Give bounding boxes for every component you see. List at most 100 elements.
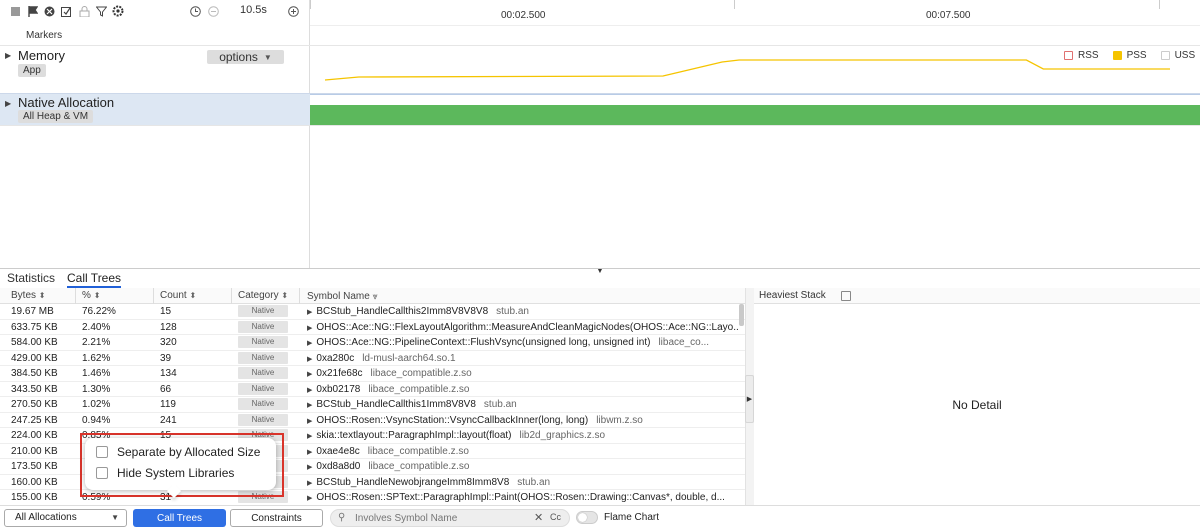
timeline-ruler[interactable]: 00:02.500 00:07.500	[310, 0, 1200, 26]
chevron-down-icon: ▼	[263, 52, 272, 62]
library-name: ld-musl-aarch64.so.1	[362, 352, 456, 364]
cell-percent: 1.30%	[82, 383, 111, 395]
stop-icon[interactable]	[9, 5, 21, 17]
table-row[interactable]: 247.25 KB 0.94% 241 Native ▶ OHOS::Rosen::Vsy…	[0, 413, 745, 428]
pss-chart[interactable]	[310, 46, 1200, 93]
expand-row-icon[interactable]: ▶	[307, 387, 312, 394]
table-row[interactable]: 270.50 KB 1.02% 119 Native ▶ BCStub_HandleCal…	[0, 397, 745, 413]
table-row[interactable]: 343.50 KB 1.30% 66 Native ▶ 0xb02178 libace_co…	[0, 382, 745, 397]
constraints-button[interactable]: Constraints	[230, 509, 323, 527]
sort-icon: ⬍	[189, 291, 197, 300]
table-scrollbar[interactable]	[739, 304, 744, 326]
symbol-name: OHOS::Rosen::SPText::ParagraphImpl::Pain…	[316, 492, 725, 503]
separate-by-size-checkbox[interactable]	[96, 446, 108, 458]
table-row[interactable]: 584.00 KB 2.21% 320 Native ▶ OHOS::Ace::NG::P…	[0, 335, 745, 351]
lane-divider[interactable]	[309, 0, 310, 268]
flag-icon[interactable]	[27, 5, 39, 17]
cell-symbol: ▶ 0xb02178 libace_compatible.z.so	[307, 382, 739, 397]
filter-icon[interactable]: ⩔	[373, 291, 378, 301]
plus-circle-icon[interactable]	[287, 5, 299, 17]
allocation-options-popup: Separate by Allocated Size Hide System L…	[85, 438, 276, 490]
clock-icon[interactable]	[189, 5, 201, 17]
expand-row-icon[interactable]: ▶	[307, 356, 312, 363]
library-name: stub.an	[483, 399, 517, 410]
filter-icon[interactable]	[95, 5, 107, 17]
analysis-tabs: Statistics Call Trees	[0, 271, 122, 288]
column-header-percent[interactable]: % ⬍	[78, 288, 154, 304]
option-hide-system-libraries[interactable]: Hide System Libraries	[96, 466, 234, 480]
record-icon[interactable]	[43, 5, 55, 17]
tab-call-trees[interactable]: Call Trees	[67, 271, 122, 288]
toolbar: 10.5s	[0, 0, 310, 24]
lane-separator	[0, 125, 1200, 126]
cell-symbol: ▶ 0x21fe68c libace_compatible.z.so	[307, 366, 739, 381]
cell-symbol: ▶ OHOS::Rosen::VsyncStation::VsyncCallbac…	[307, 413, 739, 428]
symbol-name: 0xa280c	[316, 352, 355, 364]
expand-row-icon[interactable]: ▶	[307, 418, 312, 425]
library-name: libace_co...	[658, 337, 710, 348]
cell-category: Native	[238, 351, 288, 364]
case-sensitive-toggle[interactable]: Cc	[550, 512, 561, 522]
cell-symbol: ▶ 0xae4e8c libace_compatible.z.so	[307, 444, 739, 459]
cell-bytes: 19.67 MB	[11, 306, 54, 317]
native-lane-title[interactable]: Native Allocation	[18, 95, 114, 110]
expand-row-icon[interactable]: ▶	[307, 371, 312, 378]
expand-row-icon[interactable]: ▶	[307, 480, 312, 487]
table-row[interactable]: 384.50 KB 1.46% 134 Native ▶ 0x21fe68c libace_…	[0, 366, 745, 382]
option-separate-by-size[interactable]: Separate by Allocated Size	[96, 445, 260, 459]
flame-chart-toggle[interactable]	[576, 511, 598, 524]
cell-bytes: 155.00 KB	[11, 492, 58, 503]
cell-bytes: 584.00 KB	[11, 337, 58, 348]
settings-icon[interactable]	[112, 5, 124, 17]
lock-icon[interactable]	[78, 5, 90, 17]
symbol-name: OHOS::Ace::NG::FlexLayoutAlgorithm::Meas…	[316, 321, 739, 333]
column-label: Symbol Name	[307, 291, 370, 302]
cell-percent: 0.94%	[82, 414, 111, 426]
panel-splitter[interactable]	[0, 268, 1200, 269]
column-label: Count	[160, 290, 187, 301]
clear-search-icon[interactable]: ✕	[534, 511, 543, 524]
table-row[interactable]: 19.67 MB 76.22% 15 Native ▶ BCStub_HandleCall…	[0, 304, 745, 320]
column-header-bytes[interactable]: Bytes ⬍	[7, 288, 76, 304]
native-allocation-bar[interactable]	[310, 105, 1200, 125]
column-header-count[interactable]: Count ⬍	[156, 288, 232, 304]
table-row[interactable]: 633.75 KB 2.40% 128 Native ▶ OHOS::Ace::NG::F…	[0, 320, 745, 335]
symbol-search[interactable]: ⚲ ✕ Cc	[330, 509, 570, 527]
expand-stack-icon[interactable]	[841, 291, 851, 301]
expand-row-icon[interactable]: ▶	[307, 464, 312, 471]
expand-memory-icon[interactable]: ▶	[5, 51, 11, 60]
tab-statistics[interactable]: Statistics	[7, 271, 55, 288]
cell-percent: 2.21%	[82, 337, 111, 348]
markers-label: Markers	[26, 30, 63, 41]
expand-row-icon[interactable]: ▶	[307, 325, 312, 332]
cell-count: 134	[160, 368, 177, 379]
minus-circle-icon[interactable]	[207, 5, 219, 17]
cell-percent: 1.46%	[82, 368, 111, 379]
cell-bytes: 270.50 KB	[11, 399, 58, 410]
memory-lane-title[interactable]: Memory	[18, 48, 65, 63]
cell-category: Native	[238, 413, 288, 426]
export-icon[interactable]	[60, 5, 72, 17]
allocation-type-select[interactable]: All Allocations ▼	[4, 509, 127, 527]
table-row[interactable]: 429.00 KB 1.62% 39 Native ▶ 0xa280c ld-musl-aa…	[0, 351, 745, 366]
expand-row-icon[interactable]: ▶	[307, 402, 312, 409]
expand-row-icon[interactable]: ▶	[307, 495, 312, 502]
expand-row-icon[interactable]: ▶	[307, 309, 312, 316]
cell-percent: 2.40%	[82, 321, 111, 333]
ruler-tick	[1159, 0, 1160, 9]
expand-row-icon[interactable]: ▶	[307, 449, 312, 456]
options-dropdown[interactable]: options ▼	[207, 50, 284, 64]
column-header-symbol[interactable]: Symbol Name ⩔	[303, 288, 741, 304]
hide-system-libraries-checkbox[interactable]	[96, 467, 108, 479]
expand-row-icon[interactable]: ▶	[307, 340, 312, 347]
call-trees-button[interactable]: Call Trees	[133, 509, 226, 527]
splitter-handle[interactable]: ▶	[745, 375, 754, 423]
symbol-name: 0xd8a8d0	[316, 461, 361, 472]
cell-category: Native	[238, 336, 288, 348]
expand-row-icon[interactable]: ▶	[307, 433, 312, 440]
column-header-category[interactable]: Category ⬍	[234, 288, 300, 304]
search-icon: ⚲	[338, 512, 346, 523]
table-header: Bytes ⬍ % ⬍ Count ⬍ Category ⬍ Symbol Na…	[0, 288, 745, 304]
expand-native-icon[interactable]: ▶	[5, 99, 11, 108]
symbol-search-input[interactable]	[355, 511, 525, 525]
